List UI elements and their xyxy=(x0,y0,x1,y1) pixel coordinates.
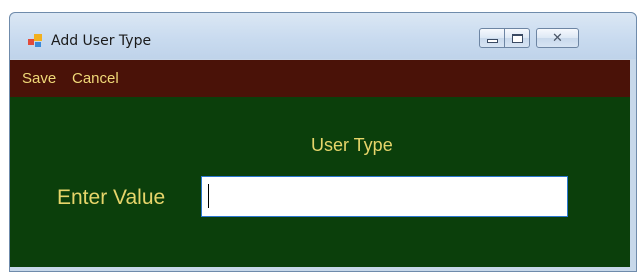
title-bar[interactable]: Add User Type ✕ xyxy=(10,13,636,59)
enter-value-label: Enter Value xyxy=(57,186,166,209)
form-panel: User Type Enter Value xyxy=(10,97,630,267)
text-caret xyxy=(208,184,209,208)
menu-item-save[interactable]: Save xyxy=(22,70,56,87)
menu-item-cancel[interactable]: Cancel xyxy=(72,70,119,87)
minimize-icon xyxy=(486,39,498,43)
close-button[interactable]: ✕ xyxy=(536,28,579,48)
form-heading: User Type xyxy=(311,135,393,155)
menu-bar: Save Cancel xyxy=(10,60,630,97)
add-user-type-window: Add User Type ✕ Save Cancel User Type En… xyxy=(9,12,637,272)
close-icon: ✕ xyxy=(552,30,563,46)
maximize-icon xyxy=(511,33,523,43)
minimize-button[interactable] xyxy=(479,28,505,48)
maximize-button[interactable] xyxy=(505,28,530,48)
window-title: Add User Type xyxy=(51,33,152,49)
app-icon xyxy=(28,34,42,47)
value-input[interactable] xyxy=(201,176,568,217)
